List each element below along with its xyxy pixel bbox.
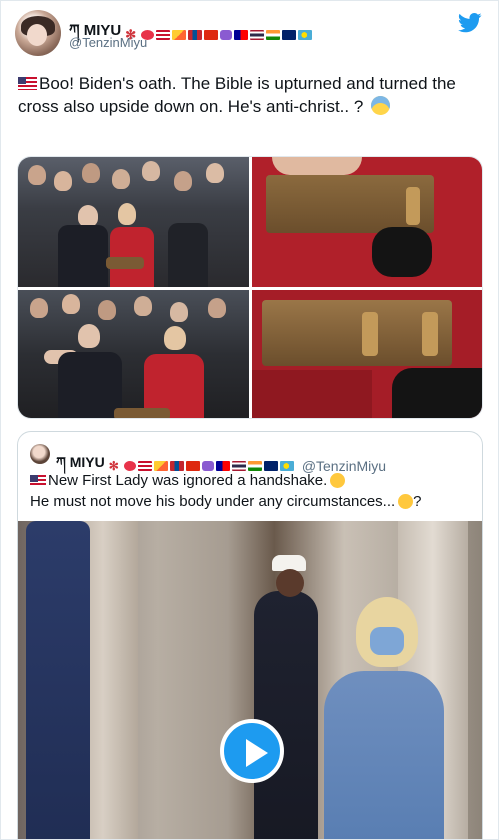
india-flag-icon (266, 30, 281, 40)
us-flag-icon (156, 30, 171, 40)
sailor-face (276, 569, 304, 597)
hongkong-flag-icon (204, 30, 219, 40)
tweet-text-body: Boo! Biden's oath. The Bible is upturned… (18, 74, 456, 116)
fearful-face-icon (371, 96, 391, 115)
quoted-tweet[interactable]: ཀ MIYU ✻ @TenzinMiyu New First Lady was … (17, 431, 483, 839)
crescent-icon (220, 30, 233, 40)
us-flag-icon (30, 475, 46, 486)
photo-inauguration-wide[interactable] (18, 157, 249, 287)
quoted-line-1-text: New First Lady was ignored a handshake. (48, 472, 328, 489)
quoted-text-line-1: New First Lady was ignored a handshake. (30, 470, 470, 491)
sad-face-icon (330, 473, 346, 488)
palau-flag-icon (298, 30, 313, 40)
photo-bible-closeup-1[interactable] (252, 157, 482, 287)
quoted-video[interactable] (18, 521, 482, 839)
photo-inauguration-closeup[interactable] (18, 290, 249, 418)
media-grid (17, 156, 483, 419)
twitter-bird-icon[interactable] (458, 13, 482, 33)
tweet-text: Boo! Biden's oath. The Bible is upturned… (18, 72, 488, 118)
photo-bible-closeup-2[interactable] (252, 290, 482, 418)
sailor (254, 591, 318, 839)
lady-figure (324, 671, 444, 839)
taiwan-flag-icon (234, 30, 249, 40)
avatar[interactable] (15, 10, 61, 56)
us-flag-icon (18, 77, 37, 90)
australia-flag-icon (282, 30, 297, 40)
quoted-avatar[interactable] (30, 444, 50, 464)
quoted-line-2-text: He must not move his body under any circ… (30, 493, 396, 510)
play-icon[interactable] (220, 719, 284, 783)
mongolia-flag-icon (188, 30, 203, 40)
flag-icons (141, 30, 313, 40)
thailand-flag-icon (250, 30, 265, 40)
quoted-text-line-2: He must not move his body under any circ… (30, 491, 470, 512)
quoted-line-2-suffix: ? (413, 493, 422, 510)
quoted-tweet-text: New First Lady was ignored a handshake. … (30, 470, 470, 512)
tweet-card: ཀ MIYU ✻ @TenzinMiyu Boo! Biden's oath. … (0, 0, 499, 840)
guard-left (26, 521, 90, 839)
bhutan-flag-icon (172, 30, 187, 40)
thinking-face-icon (398, 494, 414, 509)
lady-mask (370, 627, 404, 655)
user-handle[interactable]: @TenzinMiyu (69, 35, 147, 50)
